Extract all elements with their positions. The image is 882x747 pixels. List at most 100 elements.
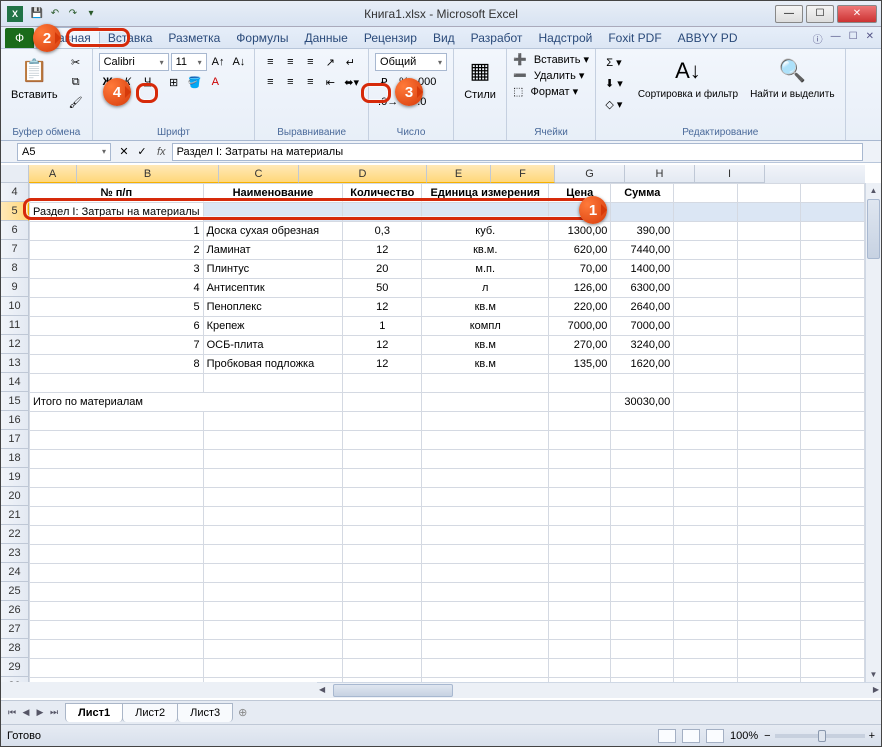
cell[interactable]: 1400,00 xyxy=(611,260,674,279)
cell[interactable] xyxy=(30,488,204,507)
close-button[interactable]: ✕ xyxy=(837,5,877,23)
cell[interactable] xyxy=(30,412,204,431)
cell[interactable]: 3240,00 xyxy=(611,336,674,355)
cell[interactable]: Количество xyxy=(343,184,422,203)
cell[interactable] xyxy=(674,317,738,336)
decrease-font-icon[interactable]: A↓ xyxy=(229,53,248,71)
cell[interactable] xyxy=(674,298,738,317)
row-header-17[interactable]: 17 xyxy=(1,430,29,449)
cell[interactable] xyxy=(611,431,674,450)
file-tab[interactable]: Ф xyxy=(5,28,34,48)
cell[interactable]: Наименование xyxy=(203,184,343,203)
cell[interactable]: 12 xyxy=(343,298,422,317)
cell[interactable] xyxy=(203,526,343,545)
copy-icon[interactable]: ⧉ xyxy=(66,73,86,91)
cell[interactable] xyxy=(801,621,865,640)
cell[interactable]: 4 xyxy=(30,279,204,298)
hscroll-thumb[interactable] xyxy=(333,684,453,697)
cell[interactable] xyxy=(422,659,549,678)
sheet-tab-3[interactable]: Лист3 xyxy=(177,703,233,722)
cells-area[interactable]: № п/пНаименованиеКоличествоЕдиница измер… xyxy=(29,183,865,682)
cell[interactable] xyxy=(674,602,738,621)
border-icon[interactable]: ⊞ xyxy=(165,73,183,91)
minimize-button[interactable]: — xyxy=(775,5,803,23)
cell[interactable] xyxy=(674,336,738,355)
tab-layout[interactable]: Разметка xyxy=(160,28,228,48)
cell[interactable] xyxy=(203,564,343,583)
cell[interactable] xyxy=(674,222,738,241)
cell[interactable] xyxy=(422,374,549,393)
cell[interactable] xyxy=(422,564,549,583)
cell[interactable] xyxy=(203,621,343,640)
cell[interactable]: Пеноплекс xyxy=(203,298,343,317)
cell[interactable] xyxy=(611,583,674,602)
cell[interactable] xyxy=(801,469,865,488)
cell[interactable]: 620,00 xyxy=(549,241,611,260)
align-middle-icon[interactable]: ≡ xyxy=(281,53,299,71)
cell[interactable] xyxy=(674,184,738,203)
cell[interactable] xyxy=(30,374,204,393)
formula-input[interactable]: Раздел I: Затраты на материалы xyxy=(172,143,863,161)
cell[interactable] xyxy=(549,393,611,412)
cell[interactable] xyxy=(343,526,422,545)
cell[interactable] xyxy=(674,526,738,545)
cell[interactable] xyxy=(203,659,343,678)
cell[interactable] xyxy=(801,279,865,298)
cell[interactable] xyxy=(801,526,865,545)
cell[interactable]: 7000,00 xyxy=(549,317,611,336)
cell[interactable] xyxy=(549,488,611,507)
cell[interactable] xyxy=(343,621,422,640)
row-header-13[interactable]: 13 xyxy=(1,354,29,373)
cell[interactable] xyxy=(801,507,865,526)
cell[interactable] xyxy=(343,564,422,583)
styles-button[interactable]: ▦ Стили xyxy=(460,53,500,103)
cell[interactable] xyxy=(801,260,865,279)
cell[interactable] xyxy=(343,507,422,526)
fx-icon[interactable]: fx xyxy=(151,146,172,158)
cell[interactable] xyxy=(422,526,549,545)
redo-icon[interactable]: ↷ xyxy=(65,6,81,22)
cell[interactable] xyxy=(343,393,422,412)
cell[interactable] xyxy=(611,640,674,659)
col-header-F[interactable]: F xyxy=(491,165,555,183)
cell[interactable] xyxy=(611,469,674,488)
cell[interactable] xyxy=(549,583,611,602)
sort-filter-button[interactable]: A↓ Сортировка и фильтр xyxy=(634,53,742,113)
orientation-icon[interactable]: ↗ xyxy=(321,53,339,71)
align-left-icon[interactable]: ≡ xyxy=(261,73,279,91)
cell[interactable]: ОСБ-плита xyxy=(203,336,343,355)
cell[interactable] xyxy=(422,621,549,640)
cell[interactable] xyxy=(674,507,738,526)
cell[interactable]: 12 xyxy=(343,336,422,355)
cell[interactable] xyxy=(611,545,674,564)
tab-view[interactable]: Вид xyxy=(425,28,463,48)
cell[interactable] xyxy=(203,507,343,526)
cell[interactable] xyxy=(611,450,674,469)
format-cells-button[interactable]: ⬚ Формат ▾ xyxy=(513,85,589,98)
cell[interactable]: 390,00 xyxy=(611,222,674,241)
cell[interactable] xyxy=(737,469,801,488)
cell[interactable] xyxy=(674,450,738,469)
cell[interactable] xyxy=(422,545,549,564)
cell[interactable]: м.п. xyxy=(422,260,549,279)
delete-cells-button[interactable]: ➖ Удалить ▾ xyxy=(513,69,589,82)
cell[interactable] xyxy=(737,203,801,222)
cell[interactable] xyxy=(343,469,422,488)
cell[interactable] xyxy=(674,659,738,678)
row-header-15[interactable]: 15 xyxy=(1,392,29,411)
cell[interactable] xyxy=(801,355,865,374)
row-header-7[interactable]: 7 xyxy=(1,240,29,259)
vertical-scrollbar[interactable]: ▲ ▼ xyxy=(865,183,881,682)
row-header-9[interactable]: 9 xyxy=(1,278,29,297)
cell[interactable] xyxy=(549,526,611,545)
col-header-H[interactable]: H xyxy=(625,165,695,183)
col-header-G[interactable]: G xyxy=(555,165,625,183)
font-name-dropdown[interactable]: Calibri xyxy=(99,53,169,71)
tab-foxit[interactable]: Foxit PDF xyxy=(600,28,669,48)
cell[interactable] xyxy=(203,374,343,393)
row-header-12[interactable]: 12 xyxy=(1,335,29,354)
cell[interactable] xyxy=(203,545,343,564)
cell[interactable] xyxy=(30,640,204,659)
doc-restore-icon[interactable]: ☐ xyxy=(846,29,861,48)
cell[interactable] xyxy=(422,602,549,621)
